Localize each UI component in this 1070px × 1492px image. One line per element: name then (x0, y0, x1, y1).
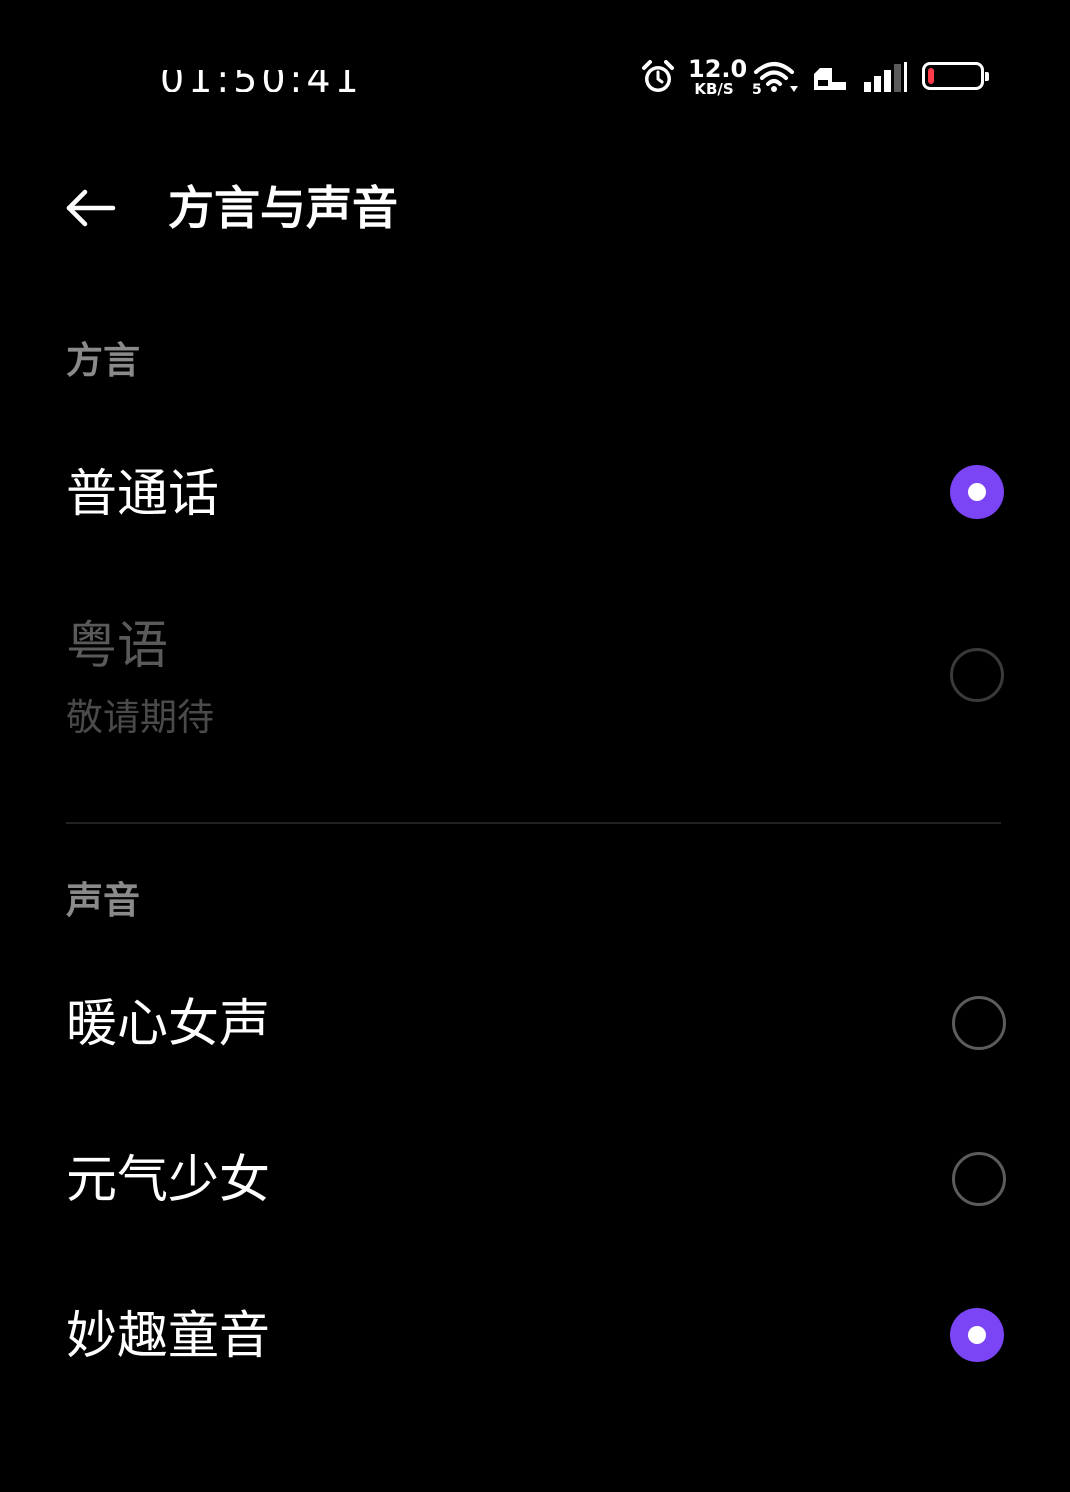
option-label: 粤语 (66, 617, 169, 676)
section-header-dialect: 方言 (66, 339, 140, 382)
option-label: 元气少女 (66, 1151, 271, 1210)
network-speed-value: 12.0 (688, 55, 748, 83)
page-title: 方言与声音 (168, 181, 398, 235)
wifi-icon: 5 (752, 62, 798, 96)
option-mandarin[interactable]: 普通话 (0, 440, 1070, 550)
sim-icon (814, 68, 846, 90)
back-button[interactable] (52, 178, 126, 238)
battery-icon (922, 62, 989, 90)
status-time: 01:50:41 (160, 57, 363, 92)
network-speed: 12.0 KB/S (688, 55, 748, 98)
radio-mandarin[interactable] (950, 465, 1004, 519)
option-label: 暖心女声 (66, 995, 271, 1054)
radio-energetic-girl-voice[interactable] (952, 1152, 1006, 1206)
option-cantonese: 粤语 敬请期待 (0, 600, 1070, 760)
arrow-left-icon (66, 189, 116, 227)
option-label: 妙趣童音 (66, 1307, 271, 1366)
wifi-badge: 5 (752, 82, 762, 96)
toolbar: 方言与声音 (0, 160, 1070, 256)
section-header-voice: 声音 (66, 879, 140, 922)
option-warm-female-voice[interactable]: 暖心女声 (0, 970, 1070, 1080)
battery-level (928, 68, 934, 84)
signal-icon (864, 62, 907, 92)
radio-child-voice[interactable] (950, 1308, 1004, 1362)
section-divider (66, 822, 1001, 824)
status-bar: 01:50:41 12.0 KB/S 5 (0, 0, 1070, 150)
network-speed-unit: KB/S (694, 80, 734, 98)
option-child-voice[interactable]: 妙趣童音 (0, 1282, 1070, 1392)
radio-warm-female-voice[interactable] (952, 996, 1006, 1050)
option-label: 普通话 (66, 465, 220, 524)
option-energetic-girl-voice[interactable]: 元气少女 (0, 1126, 1070, 1236)
radio-cantonese (950, 648, 1004, 702)
option-sublabel: 敬请期待 (66, 696, 214, 739)
alarm-icon (642, 60, 674, 92)
